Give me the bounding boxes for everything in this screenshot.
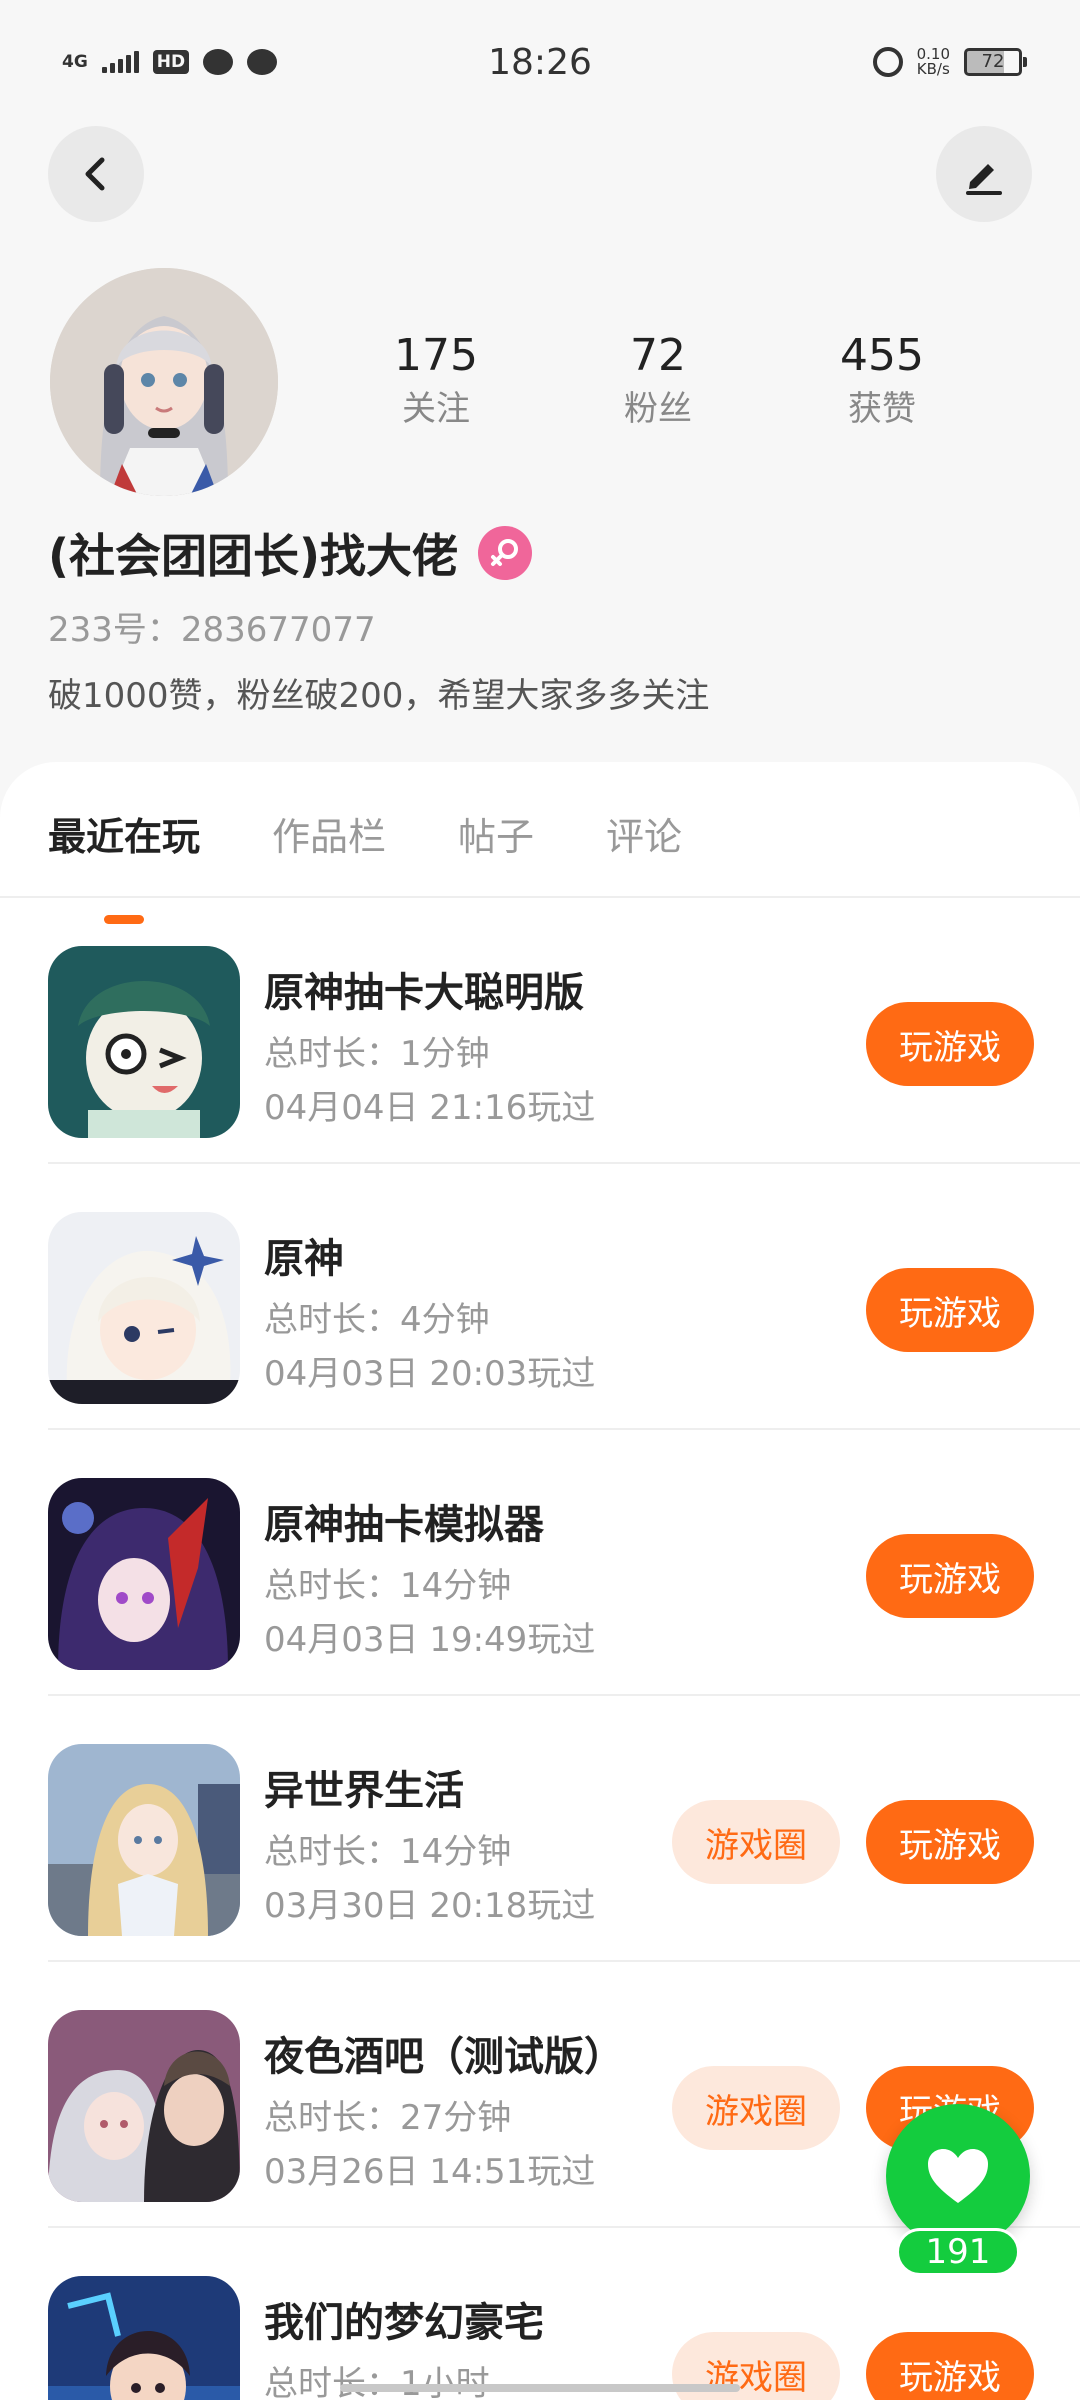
battery-icon: 72 bbox=[964, 48, 1027, 76]
nickname-row: (社会团团长)找大佬 bbox=[48, 520, 533, 586]
game-title: 我们的梦幻豪宅 bbox=[264, 2300, 544, 2346]
avatar-image bbox=[50, 268, 278, 496]
home-indicator[interactable] bbox=[340, 2384, 740, 2392]
play-game-button[interactable]: 玩游戏 bbox=[866, 1800, 1034, 1884]
game-title: 原神抽卡模拟器 bbox=[264, 1502, 544, 1548]
play-game-button[interactable]: 玩游戏 bbox=[866, 2332, 1034, 2400]
alarm-icon bbox=[872, 47, 903, 77]
game-title: 原神 bbox=[264, 1236, 344, 1282]
heart-icon bbox=[928, 2149, 988, 2203]
game-icon[interactable] bbox=[48, 946, 240, 1138]
game-duration: 总时长：14分钟 bbox=[264, 1832, 512, 1872]
play-game-button[interactable]: 玩游戏 bbox=[866, 1534, 1034, 1618]
female-icon bbox=[478, 526, 533, 580]
game-icon[interactable] bbox=[48, 2010, 240, 2202]
following-count: 175 bbox=[394, 330, 478, 381]
game-circle-button[interactable]: 游戏圈 bbox=[672, 2066, 840, 2150]
game-duration: 总时长：1小时 bbox=[264, 2364, 490, 2400]
chat-bubble-icon bbox=[247, 49, 278, 75]
user-id: 233号：283677077 bbox=[48, 610, 376, 650]
message-app-icon bbox=[203, 49, 234, 75]
followers-count: 72 bbox=[630, 330, 686, 381]
game-row[interactable]: 原神 总时长：4分钟 04月03日 20:03玩过 玩游戏 bbox=[0, 1164, 1080, 1430]
game-row[interactable]: 原神抽卡模拟器 总时长：14分钟 04月03日 19:49玩过 玩游戏 bbox=[0, 1430, 1080, 1696]
tab-bar: 最近在玩 作品栏 帖子 评论 bbox=[48, 806, 754, 896]
play-game-button[interactable]: 玩游戏 bbox=[866, 1002, 1034, 1086]
chevron-left-icon bbox=[85, 157, 105, 191]
likes-count: 455 bbox=[840, 330, 924, 381]
followers-label: 粉丝 bbox=[624, 389, 692, 429]
tab-works[interactable]: 作品栏 bbox=[272, 806, 386, 896]
game-row[interactable]: 原神抽卡大聪明版 总时长：1分钟 04月04日 21:16玩过 玩游戏 bbox=[0, 898, 1080, 1164]
likes-label: 获赞 bbox=[848, 389, 916, 429]
tab-posts[interactable]: 帖子 bbox=[458, 806, 534, 896]
like-count: 191 bbox=[896, 2228, 1020, 2276]
game-icon[interactable] bbox=[48, 1212, 240, 1404]
game-duration: 总时长：4分钟 bbox=[264, 1300, 490, 1340]
tab-recently-played[interactable]: 最近在玩 bbox=[48, 806, 200, 896]
game-row[interactable]: 异世界生活 总时长：14分钟 03月30日 20:18玩过 游戏圈 玩游戏 bbox=[0, 1696, 1080, 1962]
status-left: 4G HD bbox=[62, 49, 278, 75]
game-last-played: 03月30日 20:18玩过 bbox=[264, 1886, 596, 1926]
pencil-edit-icon bbox=[966, 164, 1002, 195]
tab-comments[interactable]: 评论 bbox=[606, 806, 682, 896]
edit-profile-button[interactable] bbox=[936, 126, 1032, 222]
stat-followers[interactable]: 72 粉丝 bbox=[558, 330, 758, 432]
game-last-played: 03月26日 14:51玩过 bbox=[264, 2152, 596, 2192]
like-button[interactable] bbox=[886, 2104, 1030, 2248]
game-circle-button[interactable]: 游戏圈 bbox=[672, 1800, 840, 1884]
stat-likes[interactable]: 455 获赞 bbox=[782, 330, 982, 432]
game-last-played: 04月03日 19:49玩过 bbox=[264, 1620, 596, 1660]
nickname: (社会团团长)找大佬 bbox=[48, 529, 459, 583]
avatar[interactable] bbox=[50, 268, 278, 496]
bio: 破1000赞，粉丝破200，希望大家多多关注 bbox=[48, 676, 710, 716]
following-label: 关注 bbox=[402, 389, 470, 429]
game-duration: 总时长：27分钟 bbox=[264, 2098, 512, 2138]
stat-following[interactable]: 175 关注 bbox=[336, 330, 536, 432]
network-type: 4G bbox=[62, 51, 88, 72]
game-duration: 总时长：1分钟 bbox=[264, 1034, 490, 1074]
play-game-button[interactable]: 玩游戏 bbox=[866, 1268, 1034, 1352]
status-bar: 4G HD 18:26 0.10 KB/s 72 bbox=[0, 0, 1080, 124]
speed-unit: KB/s bbox=[916, 60, 950, 78]
network-speed: 0.10 KB/s bbox=[917, 47, 950, 77]
game-icon[interactable] bbox=[48, 1478, 240, 1670]
game-last-played: 04月04日 21:16玩过 bbox=[264, 1088, 596, 1128]
game-icon[interactable] bbox=[48, 1744, 240, 1936]
game-title: 异世界生活 bbox=[264, 1768, 464, 1814]
back-button[interactable] bbox=[48, 126, 144, 222]
game-title: 夜色酒吧（测试版） bbox=[264, 2034, 624, 2080]
game-duration: 总时长：14分钟 bbox=[264, 1566, 512, 1606]
game-last-played: 04月03日 20:03玩过 bbox=[264, 1354, 596, 1394]
game-icon[interactable] bbox=[48, 2276, 240, 2400]
signal-icon bbox=[101, 51, 139, 73]
game-title: 原神抽卡大聪明版 bbox=[264, 970, 584, 1016]
status-right: 0.10 KB/s 72 bbox=[872, 47, 1027, 77]
hd-badge: HD bbox=[152, 50, 190, 74]
